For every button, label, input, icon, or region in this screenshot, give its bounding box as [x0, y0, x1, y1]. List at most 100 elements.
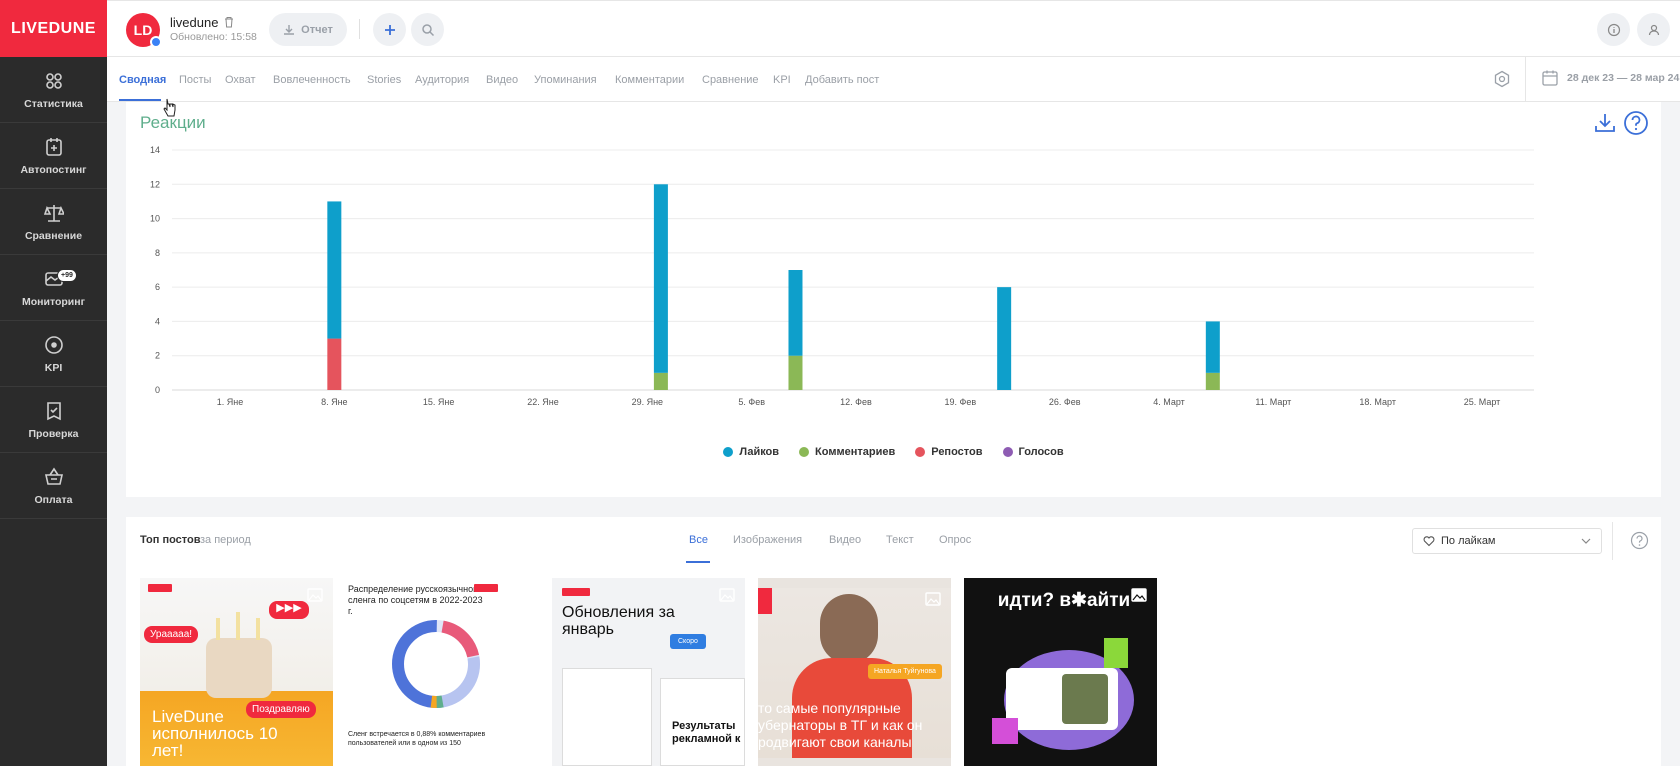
post-badge: Скоро — [670, 634, 706, 649]
sidebar-item-label: Мониторинг — [22, 295, 85, 308]
tab-comments[interactable]: Комментарии — [615, 74, 684, 86]
report-button[interactable]: Отчет — [269, 13, 347, 46]
sidebar-item-autoposting[interactable]: Автопостинг — [0, 123, 107, 189]
sidebar-item-monitoring[interactable]: +99 Мониторинг — [0, 255, 107, 321]
post-card[interactable]: Распределение русскоязычного сленга по с… — [346, 578, 539, 766]
x-tick-label: 12. Фев — [840, 397, 872, 407]
x-tick-label: 18. Март — [1359, 397, 1396, 407]
tab-reach[interactable]: Охват — [225, 74, 256, 86]
legend-label: Комментариев — [815, 446, 896, 458]
candle — [216, 618, 220, 640]
legend-item[interactable]: Лайков — [723, 446, 779, 458]
add-button[interactable] — [373, 13, 406, 46]
legend-label: Лайков — [739, 446, 780, 458]
profile-photo — [1062, 674, 1108, 724]
help-icon[interactable] — [1623, 110, 1649, 136]
cake-shape — [206, 638, 272, 698]
tab-add-post[interactable]: Добавить пост — [805, 74, 879, 86]
sidebar-item-compare[interactable]: Сравнение — [0, 189, 107, 255]
x-tick-label: 22. Яне — [527, 397, 559, 407]
tab-engagement[interactable]: Вовлеченность — [273, 74, 351, 86]
image-type-icon — [307, 588, 323, 602]
pink-block — [992, 718, 1018, 744]
tab-stories[interactable]: Stories — [367, 74, 401, 86]
livedune-logo[interactable]: LIVEDUNE — [0, 0, 107, 57]
tab-kpi[interactable]: KPI — [773, 74, 791, 86]
sidebar-item-label: Оплата — [34, 493, 73, 506]
posts-tab-text[interactable]: Текст — [886, 534, 914, 546]
info-icon — [1607, 23, 1620, 36]
sidebar-item-kpi[interactable]: KPI — [0, 321, 107, 387]
post-card[interactable]: идти? в✱айти — [964, 578, 1157, 766]
top-header: LD livedune Обновлено: 15:58 Отчет — [107, 0, 1680, 57]
y-tick-label: 14 — [150, 145, 160, 155]
y-tick-label: 6 — [155, 282, 160, 292]
header-divider — [359, 19, 360, 39]
report-label: Отчет — [301, 23, 333, 36]
image-type-icon — [719, 588, 735, 602]
candle — [236, 612, 240, 640]
posts-tab-video[interactable]: Видео — [829, 534, 861, 546]
sort-select[interactable]: По лайкам — [1412, 528, 1602, 554]
post-title: идти? в✱айти — [997, 590, 1131, 611]
x-tick-label: 4. Март — [1153, 397, 1185, 407]
date-range-picker[interactable]: 28 дек 23 — 28 мар 24 — [1541, 69, 1679, 87]
x-tick-label: 5. Фев — [738, 397, 765, 407]
post-card[interactable]: Обновления за январь Скоро Результаты ре… — [552, 578, 745, 766]
plus-icon — [384, 24, 395, 35]
sidebar-item-label: Сравнение — [24, 229, 83, 242]
top-posts-card: Топ постов за период Все Изображения Вид… — [126, 517, 1661, 766]
sidebar-item-statistics[interactable]: Статистика — [0, 57, 107, 123]
tab-video[interactable]: Видео — [486, 74, 518, 86]
image-type-icon — [925, 592, 941, 606]
sidebar-item-label: Автопостинг — [20, 163, 87, 176]
legend-item[interactable]: Комментариев — [799, 446, 895, 458]
posts-tab-poll[interactable]: Опрос — [939, 534, 971, 546]
bar-segment — [1205, 372, 1220, 390]
y-tick-label: 4 — [155, 316, 160, 326]
reactions-chart-card: Реакции 0 2 4 6 8 10 12 14 1. Яне 8. Яне 15. Яне 22… — [126, 102, 1661, 497]
legend-item[interactable]: Репостов — [915, 446, 983, 458]
kpi-icon — [43, 334, 65, 356]
post-badge: Урааааа! — [144, 626, 199, 643]
y-tick-label: 0 — [155, 385, 160, 395]
post-card[interactable]: Наталья Туйгунова то самые популярные уб… — [758, 578, 951, 766]
last-updated: Обновлено: 15:58 — [170, 31, 257, 43]
portrait-head — [820, 594, 878, 664]
posts-tab-images[interactable]: Изображения — [733, 534, 802, 546]
sidebar-item-label: Статистика — [24, 97, 83, 110]
legend-label: Репостов — [931, 446, 983, 458]
legend-item[interactable]: Голосов — [1002, 446, 1064, 458]
tab-summary[interactable]: Сводная — [119, 74, 166, 86]
y-tick-label: 2 — [155, 351, 160, 361]
date-divider — [1525, 57, 1526, 102]
tab-audience[interactable]: Аудитория — [415, 74, 469, 86]
tab-mentions[interactable]: Упоминания — [534, 74, 597, 86]
sidebar-item-check[interactable]: Проверка — [0, 387, 107, 453]
download-chart-icon[interactable] — [1593, 111, 1617, 135]
active-tab-underline — [119, 99, 161, 101]
post-card[interactable]: Урааааа! ▶▶▶ Поздравляю LiveDune исполни… — [140, 578, 333, 766]
info-button[interactable] — [1597, 13, 1630, 46]
posts-help-icon[interactable] — [1630, 531, 1649, 550]
chart-legend: Лайков Комментариев Репостов Голосов — [126, 446, 1661, 458]
sidebar-item-label: Проверка — [28, 427, 79, 440]
profile-button[interactable] — [1637, 13, 1670, 46]
sidebar-item-payment[interactable]: Оплата — [0, 453, 107, 519]
image-type-icon — [1131, 588, 1147, 602]
x-tick-label: 26. Фев — [1049, 397, 1081, 407]
posts-tab-all[interactable]: Все — [689, 534, 708, 546]
trash-icon[interactable] — [223, 16, 235, 28]
legend-dot — [799, 447, 810, 457]
tab-compare[interactable]: Сравнение — [702, 74, 759, 86]
bar-segment — [1205, 321, 1220, 373]
y-tick-label: 10 — [150, 214, 160, 224]
tab-posts[interactable]: Посты — [179, 74, 211, 86]
search-icon — [421, 23, 434, 36]
bar-segment — [997, 287, 1012, 390]
calendar-icon — [1542, 70, 1558, 86]
settings-icon[interactable] — [1493, 70, 1511, 88]
account-name[interactable]: livedune — [170, 15, 218, 30]
brand-tag — [148, 584, 172, 592]
search-button[interactable] — [411, 13, 444, 46]
